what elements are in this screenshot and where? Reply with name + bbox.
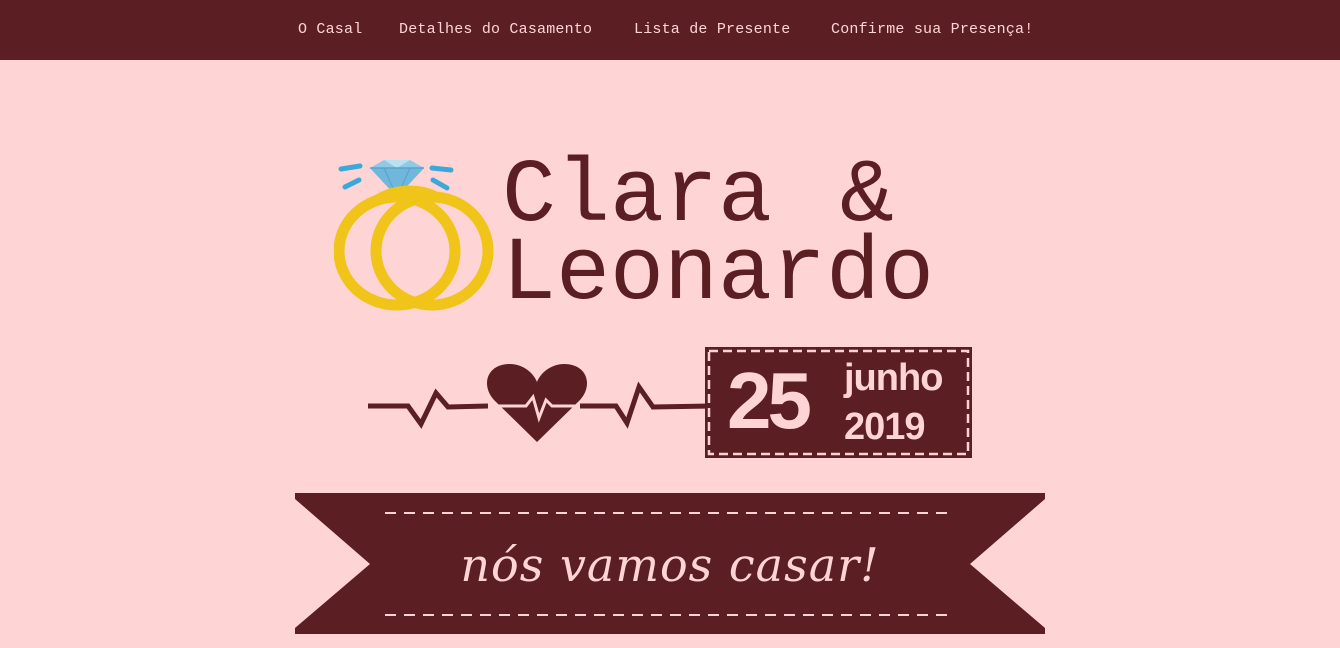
wedding-month: junho: [844, 357, 943, 399]
top-navigation-bar: O Casal Detalhes do Casamento Lista de P…: [0, 0, 1340, 60]
wedding-rings-icon: [334, 160, 494, 311]
heart-pulse-icon: [368, 364, 711, 442]
groom-name: Leonardo: [502, 224, 935, 326]
nav-link-detalhes-do-casamento[interactable]: Detalhes do Casamento: [399, 20, 592, 40]
wedding-year: 2019: [844, 406, 926, 448]
wedding-day: 25: [727, 356, 812, 445]
nav-link-confirme-sua-presenca[interactable]: Confirme sua Presença!: [831, 20, 1033, 40]
nav-link-o-casal[interactable]: O Casal: [298, 20, 362, 40]
nav-link-lista-de-presente[interactable]: Lista de Presente: [634, 20, 790, 40]
ribbon-tagline: nós vamos casar!: [460, 538, 880, 592]
wedding-date-badge: 25 junho 2019: [705, 347, 972, 458]
